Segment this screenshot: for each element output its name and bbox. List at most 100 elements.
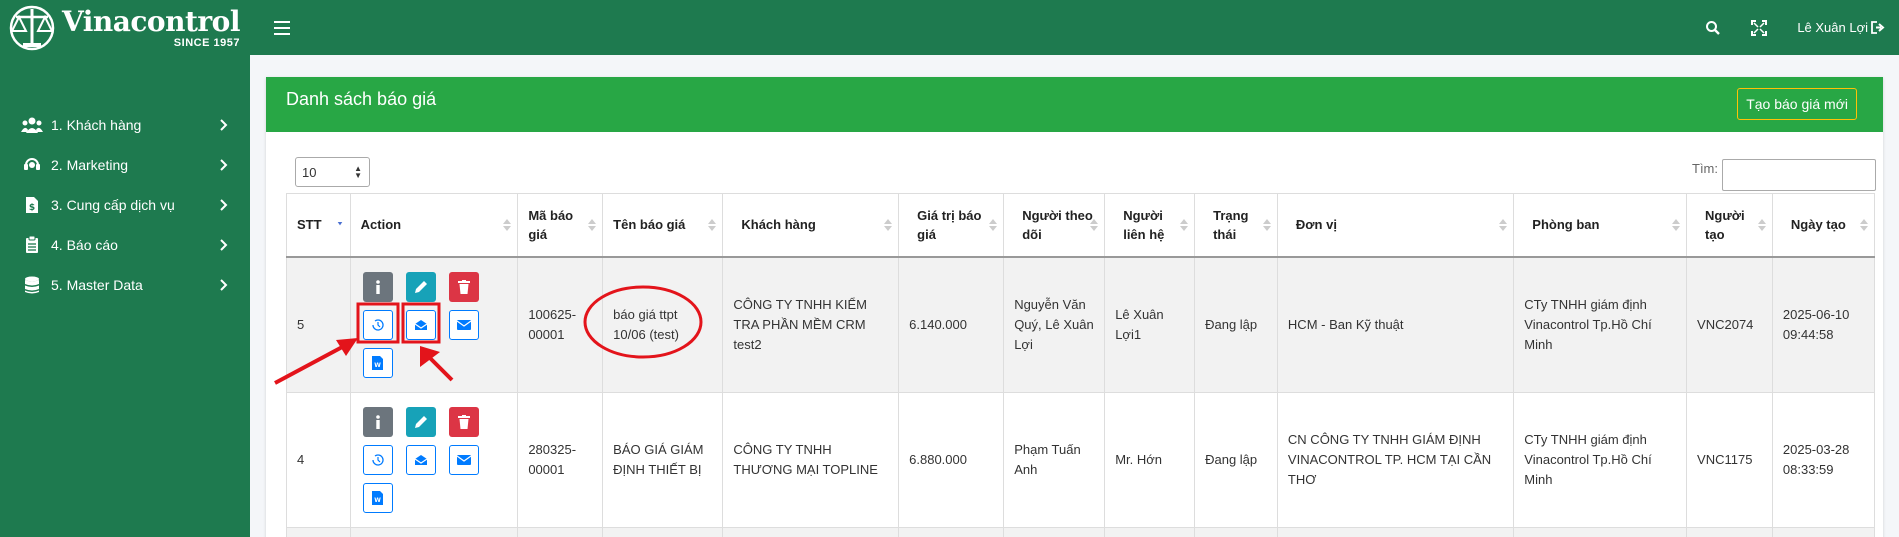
cell-stt: 4: [286, 392, 351, 528]
column-header-stt[interactable]: STT: [286, 193, 351, 258]
cell-don-vi: HCM - Ban Kỹ thuật: [1276, 256, 1515, 393]
table-row: 5 W 100625-00001 báo giá ttpt 10/06 (tes…: [286, 256, 1876, 393]
chevron-right-icon: [220, 239, 228, 251]
cell-nguoi-theo-doi: Nguyễn Văn Quý, Lê Xuân Lợi: [1003, 256, 1106, 393]
pencil-icon: [414, 280, 427, 293]
column-header-don-vi[interactable]: Đơn vị: [1276, 193, 1515, 258]
column-header-action[interactable]: Action: [349, 193, 519, 258]
svg-text:W: W: [374, 497, 381, 504]
column-header-nguoi-lien-he[interactable]: Người liên hệ: [1104, 193, 1196, 258]
word-file-icon: W: [372, 355, 384, 370]
cell-ngay-tao: 2025-06-10 09:44:58: [1771, 256, 1876, 393]
edit-button[interactable]: [405, 271, 436, 302]
table-row-partial: [286, 527, 1876, 537]
user-menu[interactable]: Lê Xuân Lợi: [1797, 20, 1885, 35]
column-header-nguoi-theo-doi[interactable]: Người theo dõi: [1003, 193, 1106, 258]
column-header-nguoi-tao[interactable]: Người tạo: [1686, 193, 1773, 258]
pencil-icon: [414, 416, 427, 428]
sidebar-item-marketing[interactable]: 2. Marketing: [0, 145, 250, 185]
search-icon[interactable]: [1705, 20, 1721, 36]
mail-open-button[interactable]: [405, 445, 436, 475]
cell-trang-thai: Đang lập: [1194, 392, 1278, 528]
table-header-row: STT Action Mã báo giá Tên báo giá Khách …: [286, 193, 1876, 258]
sort-icon: [1090, 219, 1099, 231]
chevron-right-icon: [220, 279, 228, 291]
envelope-open-icon: [414, 455, 427, 465]
select-arrows-icon: ▲ ▼: [354, 164, 362, 180]
sidebar-item-bao-cao[interactable]: 4. Báo cáo: [0, 225, 250, 265]
sidebar-item-master-data[interactable]: 5. Master Data: [0, 265, 250, 305]
word-file-icon: W: [372, 491, 384, 505]
sort-icon: [1499, 219, 1508, 231]
sort-icon: [1860, 219, 1868, 231]
delete-button[interactable]: [448, 407, 479, 437]
fullscreen-icon[interactable]: [1751, 19, 1768, 36]
column-header-ma-bao-gia[interactable]: Mã báo giá: [517, 193, 604, 258]
column-header-ngay-tao[interactable]: Ngày tạo: [1771, 193, 1876, 258]
chevron-right-icon: [220, 119, 228, 131]
mail-open-button[interactable]: [405, 309, 436, 340]
column-header-ten-bao-gia[interactable]: Tên báo giá: [602, 193, 724, 258]
chevron-right-icon: [220, 159, 228, 171]
sort-icon: [989, 219, 998, 231]
sign-out-icon: [1871, 21, 1885, 34]
page-size-value: 10: [302, 164, 317, 180]
envelope-icon: [456, 455, 471, 465]
history-button[interactable]: [362, 445, 393, 475]
info-icon: [375, 415, 380, 429]
send-mail-button[interactable]: [448, 309, 479, 340]
sort-icon: [1757, 219, 1766, 231]
cell-gia-tri: 6.140.000: [898, 256, 1005, 393]
column-header-phong-ban[interactable]: Phòng ban: [1513, 193, 1688, 258]
envelope-icon: [456, 319, 471, 330]
sort-icon: [1180, 219, 1189, 231]
info-icon: [375, 279, 380, 294]
cell-ngay-tao: 2025-03-28 08:33:59: [1771, 392, 1876, 528]
trash-icon: [457, 279, 470, 294]
history-icon: [371, 454, 384, 466]
send-mail-button[interactable]: [448, 445, 479, 475]
info-button[interactable]: [362, 407, 393, 437]
column-header-trang-thai[interactable]: Trạng thái: [1194, 193, 1278, 258]
sidebar: Vinacontrol SINCE 1957 1. Khách hàng 2. …: [0, 0, 250, 537]
export-word-button[interactable]: W: [362, 483, 393, 513]
cell-nguoi-lien-he: Mr. Hớn: [1104, 392, 1196, 528]
sidebar-menu: 1. Khách hàng 2. Marketing $ 3. Cung cấp…: [0, 105, 250, 305]
cell-ten-bao-gia: báo giá ttpt 10/06 (test): [602, 256, 724, 393]
history-icon: [371, 319, 384, 331]
create-quote-button[interactable]: Tạo báo giá mới: [1737, 88, 1857, 120]
column-header-gia-tri[interactable]: Giá trị báo giá: [898, 193, 1005, 258]
cell-nguoi-tao: VNC1175: [1686, 392, 1773, 528]
user-name: Lê Xuân Lợi: [1797, 20, 1868, 35]
hamburger-menu-icon[interactable]: [274, 20, 290, 35]
clipboard-icon: [20, 236, 44, 254]
sidebar-item-label: 2. Marketing: [51, 157, 129, 173]
cell-gia-tri: 6.880.000: [898, 392, 1005, 528]
column-header-khach-hang[interactable]: Khách hàng: [722, 193, 900, 258]
history-button[interactable]: [362, 309, 393, 340]
scales-emblem-icon: [9, 5, 55, 50]
sidebar-item-khach-hang[interactable]: 1. Khách hàng: [0, 105, 250, 145]
sort-icon: [884, 219, 893, 231]
brand-logo[interactable]: Vinacontrol SINCE 1957: [0, 0, 250, 55]
page-size-select[interactable]: 10 ▲ ▼: [295, 157, 370, 187]
search-label: Tìm:: [1692, 161, 1718, 176]
edit-button[interactable]: [405, 407, 436, 437]
cell-nguoi-tao: VNC2074: [1686, 256, 1773, 393]
search-input[interactable]: [1722, 159, 1876, 191]
card-header: Danh sách báo giá Tạo báo giá mới: [266, 77, 1883, 132]
page-title: Danh sách báo giá: [286, 89, 437, 109]
delete-button[interactable]: [448, 271, 479, 302]
invoice-dollar-icon: $: [20, 196, 44, 214]
sort-desc-icon: [337, 222, 342, 226]
cell-nguoi-theo-doi: Phạm Tuấn Anh: [1003, 392, 1106, 528]
info-button[interactable]: [362, 271, 393, 302]
sort-icon: [708, 219, 717, 231]
quote-table: STT Action Mã báo giá Tên báo giá Khách …: [286, 193, 1876, 537]
sidebar-item-label: 5. Master Data: [51, 277, 143, 293]
cell-ten-bao-gia: BÁO GIÁ GIÁM ĐỊNH THIẾT BỊ: [602, 392, 724, 528]
sort-icon: [588, 219, 597, 231]
sidebar-item-label: 4. Báo cáo: [51, 237, 118, 253]
export-word-button[interactable]: W: [362, 347, 393, 378]
sidebar-item-cung-cap-dich-vu[interactable]: $ 3. Cung cấp dịch vụ: [0, 185, 250, 225]
